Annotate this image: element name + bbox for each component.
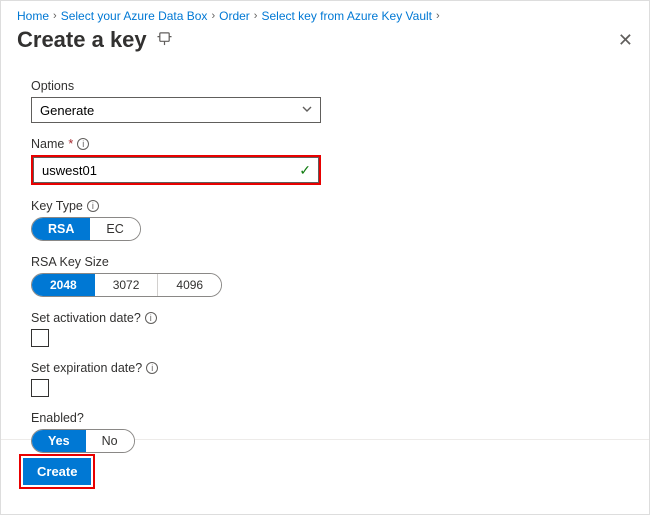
name-input[interactable] (33, 157, 319, 183)
expiration-label: Set expiration date? (31, 361, 142, 375)
info-icon[interactable]: i (145, 312, 157, 324)
expiration-checkbox[interactable] (31, 379, 49, 397)
chevron-right-icon: › (436, 10, 440, 22)
activation-checkbox[interactable] (31, 329, 49, 347)
breadcrumb-item-keyvault[interactable]: Select key from Azure Key Vault (261, 9, 432, 23)
info-icon[interactable]: i (87, 200, 99, 212)
chevron-right-icon: › (53, 10, 57, 22)
page-title: Create a key (17, 27, 147, 53)
required-indicator: * (68, 137, 73, 151)
rsa-key-size-label: RSA Key Size (31, 255, 619, 269)
pin-icon[interactable] (157, 31, 172, 49)
options-select[interactable]: Generate (31, 97, 321, 123)
enabled-no[interactable]: No (86, 430, 134, 452)
checkmark-icon: ✓ (299, 162, 311, 179)
close-icon[interactable]: ✕ (618, 30, 633, 51)
key-size-4096[interactable]: 4096 (158, 274, 221, 296)
breadcrumb-item-databox[interactable]: Select your Azure Data Box (61, 9, 208, 23)
activation-label: Set activation date? (31, 311, 141, 325)
key-type-ec[interactable]: EC (90, 218, 139, 240)
title-bar: Create a key ✕ (1, 27, 649, 61)
create-button[interactable]: Create (23, 458, 91, 485)
name-label: Name (31, 137, 64, 151)
key-size-2048[interactable]: 2048 (32, 274, 95, 296)
breadcrumb: Home › Select your Azure Data Box › Orde… (1, 1, 649, 27)
enabled-label: Enabled? (31, 411, 619, 425)
chevron-right-icon: › (254, 10, 258, 22)
options-label: Options (31, 79, 619, 93)
breadcrumb-item-home[interactable]: Home (17, 9, 49, 23)
key-type-label: Key Type (31, 199, 83, 213)
info-icon[interactable]: i (77, 138, 89, 150)
chevron-right-icon: › (211, 10, 215, 22)
info-icon[interactable]: i (146, 362, 158, 374)
key-type-rsa[interactable]: RSA (32, 218, 90, 240)
form: Options Generate Name * i ✓ Key Type i R… (1, 61, 649, 439)
key-size-3072[interactable]: 3072 (95, 274, 159, 296)
enabled-yes[interactable]: Yes (32, 430, 86, 452)
breadcrumb-item-order[interactable]: Order (219, 9, 250, 23)
